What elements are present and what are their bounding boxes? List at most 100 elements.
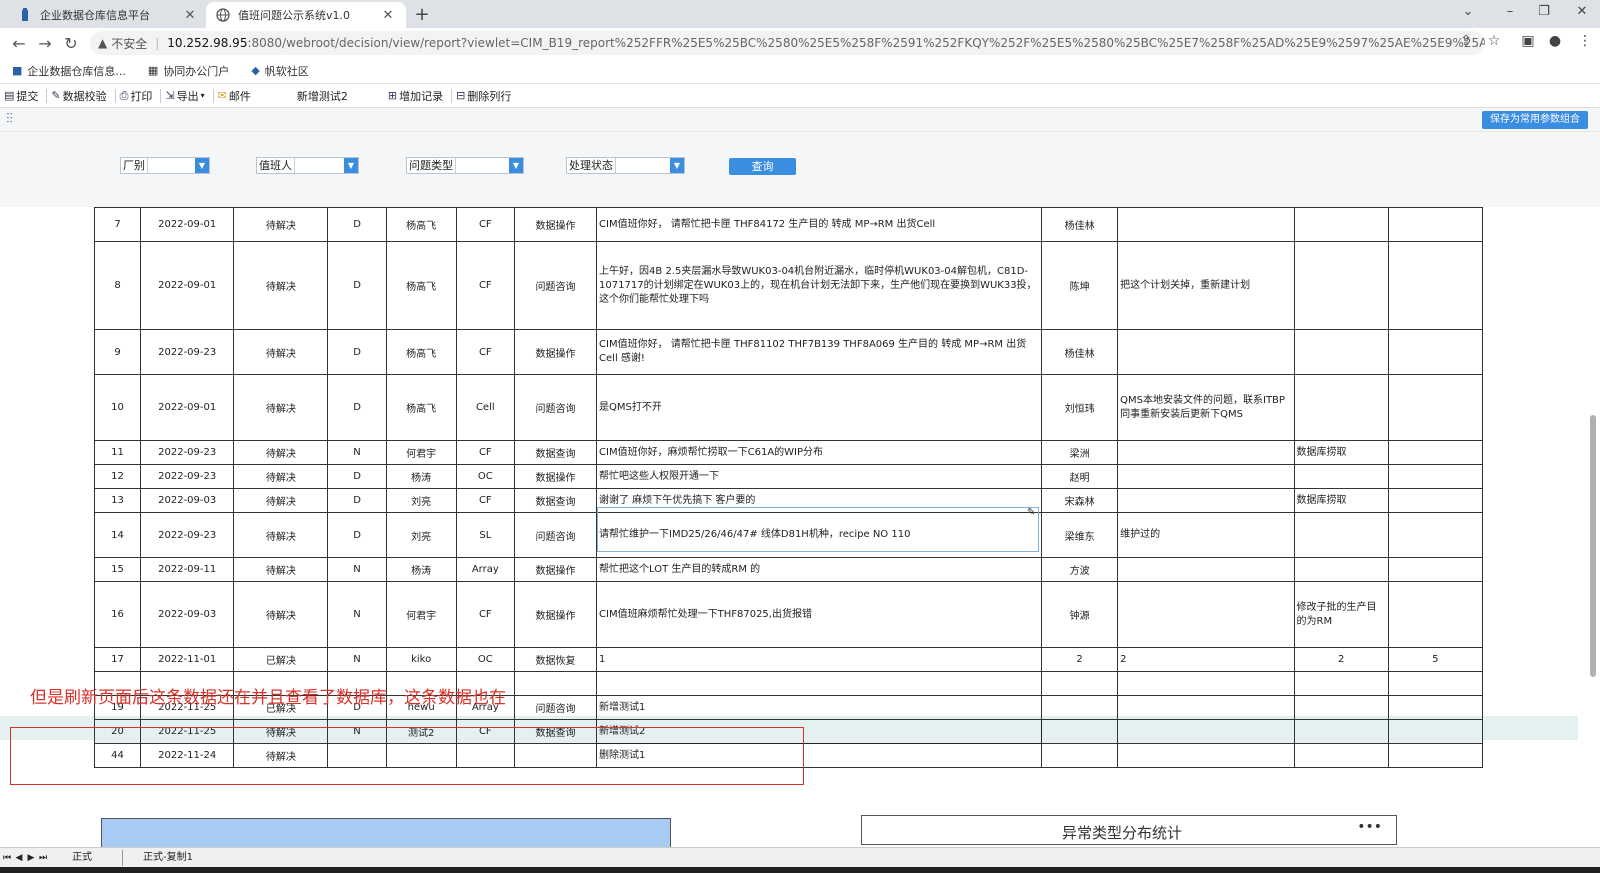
cell-no[interactable]: 7 — [93, 207, 142, 242]
export-button[interactable]: ⇲ 导出 ▾ — [165, 88, 204, 104]
cell-type[interactable]: 问题咨询 — [513, 241, 598, 330]
cell-c11[interactable] — [1293, 241, 1389, 330]
back-icon[interactable]: ← — [6, 34, 32, 53]
cell-no[interactable]: 12 — [93, 464, 142, 489]
cell-handler[interactable]: 2 — [1040, 647, 1119, 672]
cell-content[interactable]: 上午好，因4B 2.5夹层漏水导致WUK03-04机台附近漏水，临时停机WUK0… — [596, 241, 1042, 330]
cell-shift[interactable]: N — [327, 557, 387, 582]
cell-c11[interactable]: 修改子批的生产目的为RM — [1293, 581, 1389, 648]
first-sheet-icon[interactable]: ⏮ — [2, 853, 12, 863]
cell-c11[interactable]: 数据库捞取 — [1293, 440, 1389, 465]
cell-reporter[interactable]: 杨高飞 — [385, 241, 457, 330]
cell-reply[interactable] — [1117, 695, 1295, 720]
cell-c11[interactable] — [1293, 557, 1389, 582]
cell-c12[interactable] — [1387, 440, 1484, 465]
chevron-down-icon[interactable]: ▼ — [344, 158, 358, 173]
cell-handler[interactable]: 刘恒玮 — [1040, 374, 1119, 441]
cell-c12[interactable] — [1387, 488, 1484, 513]
cell-handler[interactable]: 钟源 — [1040, 581, 1119, 648]
cell-status[interactable]: 待解决 — [233, 488, 329, 513]
cell-reply[interactable] — [1117, 440, 1295, 465]
print-button[interactable]: ⎙ 打印 — [120, 88, 153, 104]
cell-c12[interactable] — [1387, 743, 1484, 768]
cell-date[interactable]: 2022-09-23 — [140, 512, 235, 558]
last-sheet-icon[interactable]: ⏭ — [38, 853, 48, 863]
cell-content[interactable]: CIM值班你好， 请帮忙把卡匣 THF84172 生产目的 转成 MP→RM 出… — [596, 207, 1042, 242]
cell-status[interactable]: 待解决 — [233, 440, 329, 465]
bookmark-item[interactable]: ■ 企业数据仓库信息... — [12, 63, 126, 79]
cell-handler[interactable]: 梁洲 — [1040, 440, 1119, 465]
cell-c12[interactable]: 5 — [1387, 647, 1484, 672]
add-record-button[interactable]: ⊞ 增加记录 — [388, 88, 443, 104]
cell-no[interactable]: 13 — [93, 488, 142, 513]
cell-date[interactable]: 2022-09-03 — [140, 488, 235, 513]
cell-type[interactable]: 数据操作 — [513, 207, 598, 242]
cell-c12[interactable] — [1387, 695, 1484, 720]
cell-type[interactable]: 数据恢复 — [513, 647, 598, 672]
next-sheet-icon[interactable]: ▶ — [26, 853, 36, 863]
cell-content[interactable]: 请帮忙维护一下IMD25/26/46/47# 线体D81H机种，recipe N… — [596, 512, 1042, 558]
sheet-tab-formal[interactable]: 正式 — [66, 849, 123, 866]
cell-c11[interactable] — [1293, 207, 1389, 242]
cell-date[interactable]: 2022-09-23 — [140, 440, 235, 465]
cell-date[interactable]: 2022-09-01 — [140, 241, 235, 330]
cell-reporter[interactable]: 杨涛 — [385, 464, 457, 489]
cell-type[interactable]: 数据操作 — [513, 329, 598, 375]
cell-dept[interactable]: CF — [455, 207, 515, 242]
factory-select[interactable]: 厂别 ▼ — [120, 157, 210, 174]
cell-dept[interactable]: CF — [455, 488, 515, 513]
cell-type[interactable]: 问题咨询 — [513, 374, 598, 441]
cell-handler[interactable]: 宋森林 — [1040, 488, 1119, 513]
cell-c12[interactable] — [1387, 464, 1484, 489]
cell-type[interactable]: 数据操作 — [513, 557, 598, 582]
cell-content[interactable]: 谢谢了 麻烦下午优先搞下 客户要的 — [596, 488, 1042, 513]
cell-shift[interactable]: N — [327, 647, 387, 672]
cell-shift[interactable]: D — [327, 464, 387, 489]
close-tab-icon[interactable]: ✕ — [182, 8, 198, 23]
tab-search-icon[interactable]: ⌄ — [1458, 4, 1478, 19]
cell-reporter[interactable]: 杨高飞 — [385, 374, 457, 441]
restore-icon[interactable]: ❐ — [1534, 4, 1554, 19]
url-field[interactable]: ▲ 不安全 | 10.252.98.95 :8080/webroot/decis… — [90, 31, 1485, 55]
field-value[interactable] — [148, 158, 195, 173]
cell-date[interactable]: 2022-11-01 — [140, 647, 235, 672]
cell-content[interactable]: 帮忙把这个LOT 生产目的转成RM 的 — [596, 557, 1042, 582]
cell-content[interactable] — [596, 671, 1042, 696]
field-value[interactable] — [456, 158, 509, 173]
cell-handler[interactable]: 赵明 — [1040, 464, 1119, 489]
cell-no[interactable]: 8 — [93, 241, 142, 330]
cell-shift[interactable]: N — [327, 440, 387, 465]
cell-no[interactable]: 14 — [93, 512, 142, 558]
cell-type[interactable]: 数据查询 — [513, 488, 598, 513]
cell-status[interactable]: 待解决 — [233, 557, 329, 582]
cell-reporter[interactable]: 刘亮 — [385, 488, 457, 513]
cell-date[interactable]: 2022-09-11 — [140, 557, 235, 582]
cell-no[interactable]: 10 — [93, 374, 142, 441]
submit-button[interactable]: ▤ 提交 — [4, 88, 38, 104]
cell-dept[interactable]: CF — [455, 440, 515, 465]
sidebar-icon[interactable]: ▣ — [1518, 33, 1538, 49]
cell-shift[interactable]: D — [327, 329, 387, 375]
chevron-down-icon[interactable]: ▼ — [195, 158, 209, 173]
cell-reply[interactable] — [1117, 207, 1295, 242]
cell-reply[interactable] — [1117, 671, 1295, 696]
cell-content[interactable]: 新增测试1 — [596, 695, 1042, 720]
cell-dept[interactable]: Array — [455, 557, 515, 582]
cell-type[interactable]: 问题咨询 — [513, 695, 598, 720]
close-window-icon[interactable]: ✕ — [1572, 4, 1592, 19]
cell-reply[interactable] — [1117, 719, 1295, 744]
cell-reporter[interactable]: kiko — [385, 647, 457, 672]
bookmark-item[interactable]: ▦ 协同办公门户 — [148, 63, 229, 79]
validate-button[interactable]: ✎ 数据校验 — [51, 88, 106, 104]
cell-date[interactable]: 2022-09-23 — [140, 329, 235, 375]
cell-dept[interactable]: SL — [455, 512, 515, 558]
chevron-down-icon[interactable]: ▼ — [509, 158, 523, 173]
cell-content[interactable]: 是QMS打不开 — [596, 374, 1042, 441]
cell-dept[interactable]: CF — [455, 241, 515, 330]
cell-no[interactable]: 11 — [93, 440, 142, 465]
vertical-scrollbar[interactable] — [1590, 415, 1596, 677]
cell-handler[interactable]: 陈坤 — [1040, 241, 1119, 330]
sheet-tab-copy[interactable]: 正式-复制1 — [137, 850, 199, 866]
save-param-combo-button[interactable]: 保存为常用参数组合 — [1482, 111, 1588, 129]
cell-c12[interactable] — [1387, 581, 1484, 648]
